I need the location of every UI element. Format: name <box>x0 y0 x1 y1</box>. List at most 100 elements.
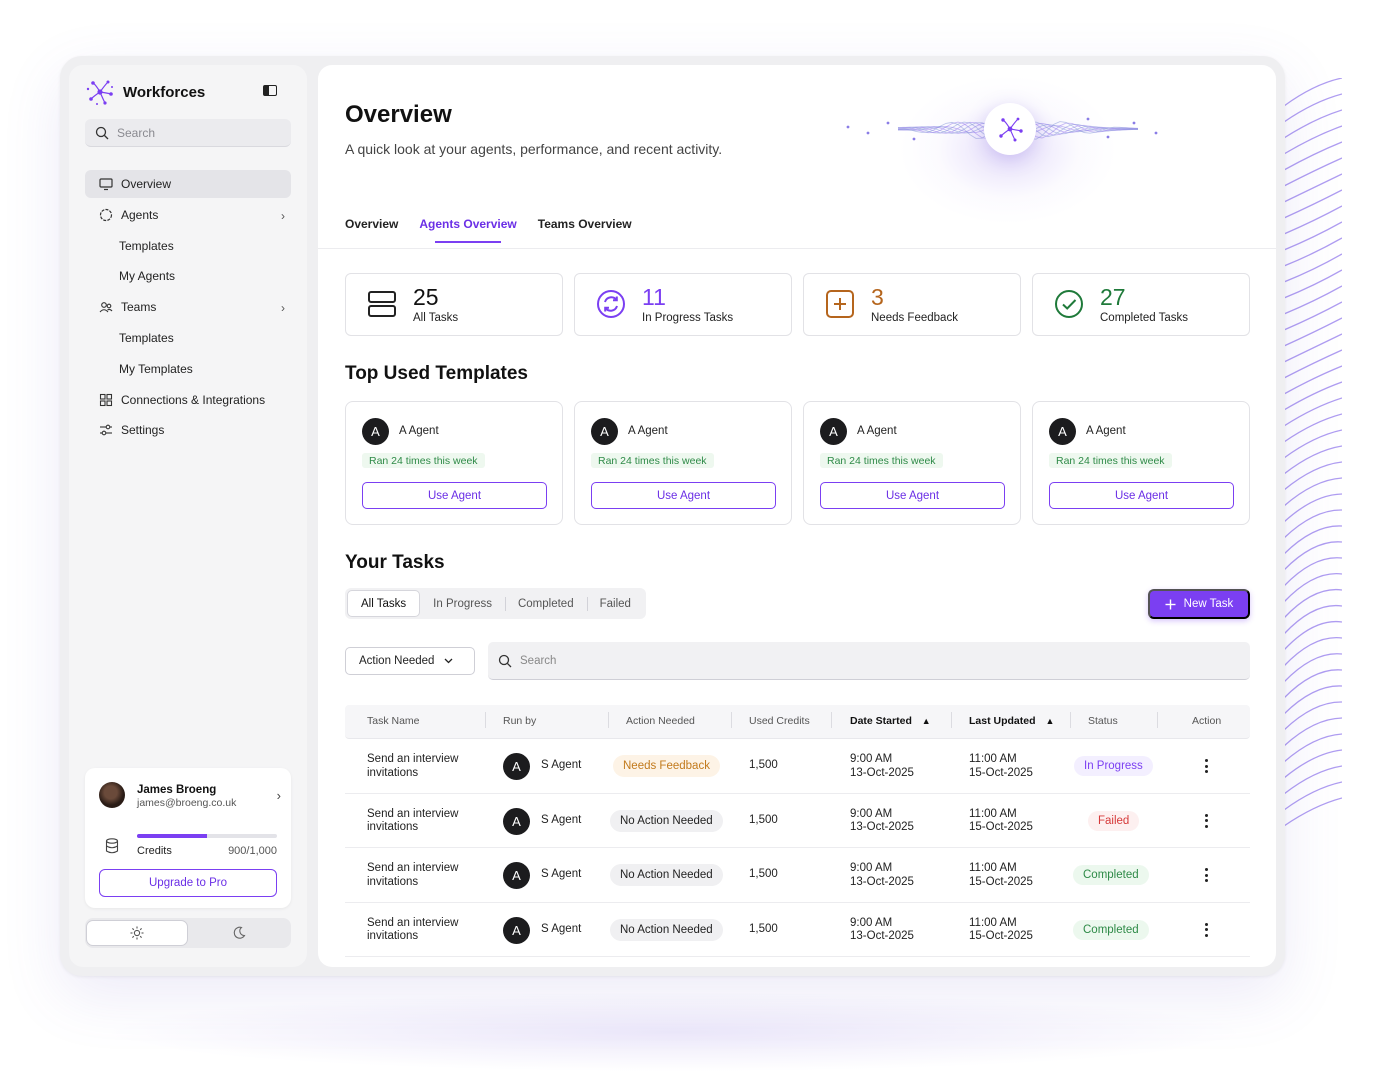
tab-teams-overview[interactable]: Teams Overview <box>538 217 632 243</box>
decorative-stripe <box>1284 301 1342 331</box>
templates-row: A A Agent Ran 24 times this week Use Age… <box>345 401 1250 525</box>
agent-avatar: A <box>503 916 530 944</box>
templates-section-title: Top Used Templates <box>345 363 528 384</box>
task-name: Send an interview invitations <box>367 916 459 943</box>
last-updated: 11:00 AM 15-Oct-2025 <box>969 862 1033 889</box>
tab-overview[interactable]: Overview <box>345 217 398 243</box>
user-avatar[interactable] <box>99 782 125 808</box>
database-icon <box>105 838 119 854</box>
more-actions-icon[interactable] <box>1197 757 1215 775</box>
sidebar-item-team-templates[interactable]: Templates <box>85 324 291 352</box>
more-actions-icon[interactable] <box>1197 921 1215 939</box>
sort-up-icon: ▲ <box>921 716 931 726</box>
brand-logo-icon <box>86 80 113 105</box>
sidebar-item-label: Templates <box>119 238 174 253</box>
column-divider <box>731 712 732 728</box>
sidebar-item-agent-templates[interactable]: Templates <box>85 232 291 260</box>
dark-theme-option[interactable] <box>188 920 290 946</box>
sun-icon <box>130 926 144 940</box>
template-card: A A Agent Ran 24 times this week Use Age… <box>574 401 792 525</box>
settings-icon <box>100 425 112 436</box>
upgrade-button[interactable]: Upgrade to Pro <box>99 869 277 897</box>
stat-card-needs-feedback[interactable]: 3 Needs Feedback <box>803 273 1021 336</box>
segment-failed[interactable]: Failed <box>586 590 644 617</box>
decorative-stripe <box>1284 237 1342 267</box>
column-action-needed[interactable]: Action Needed <box>626 715 695 727</box>
wave-dot <box>846 125 850 129</box>
use-agent-button[interactable]: Use Agent <box>1049 482 1234 509</box>
tab-agents-overview[interactable]: Agents Overview <box>419 217 517 243</box>
column-date-started[interactable]: Date Started ▲ <box>850 715 931 727</box>
last-updated-date: 15-Oct-2025 <box>969 875 1033 888</box>
date-started-time: 9:00 AM <box>850 916 893 929</box>
new-task-button[interactable]: New Task <box>1148 589 1250 619</box>
agent-avatar: A <box>362 418 389 445</box>
stat-label: Completed Tasks <box>1100 312 1188 324</box>
search-icon <box>498 654 512 667</box>
action-needed-dropdown[interactable]: Action Needed <box>345 647 475 675</box>
agent-name: A Agent <box>857 425 897 437</box>
use-agent-button[interactable]: Use Agent <box>820 482 1005 509</box>
table-row[interactable]: Send an interview invitations A S Agent … <box>345 848 1250 903</box>
sidebar-item-my-templates[interactable]: My Templates <box>85 355 291 383</box>
wave-dot <box>1132 121 1136 125</box>
credits-progress-fill <box>137 834 207 838</box>
segment-all-tasks[interactable]: All Tasks <box>347 590 421 617</box>
sidebar-search-input[interactable]: Search <box>85 119 291 147</box>
template-card: A A Agent Ran 24 times this week Use Age… <box>803 401 1021 525</box>
more-actions-icon[interactable] <box>1197 866 1215 884</box>
column-label: Date Started <box>850 715 912 727</box>
used-credits: 1,500 <box>749 759 778 771</box>
sidebar-item-label: Connections & Integrations <box>121 392 266 407</box>
usage-badge: Ran 24 times this week <box>1049 453 1172 468</box>
column-used-credits[interactable]: Used Credits <box>749 715 810 727</box>
decorative-stripe <box>1284 317 1342 347</box>
date-started: 9:00 AM 13-Oct-2025 <box>850 917 914 944</box>
stat-card-completed[interactable]: 27 Completed Tasks <box>1032 273 1250 336</box>
date-started-time: 9:00 AM <box>850 862 893 874</box>
column-task-name[interactable]: Task Name <box>367 715 420 727</box>
sidebar-item-label: My Agents <box>119 269 176 284</box>
tasks-section-title: Your Tasks <box>345 552 445 573</box>
sidebar-collapse-icon[interactable] <box>263 85 277 96</box>
sidebar-item-agents[interactable]: Agents › <box>85 201 291 229</box>
user-name: James Broeng <box>137 784 217 796</box>
table-row[interactable]: Send an interview invitations A S Agent … <box>345 739 1250 794</box>
column-status[interactable]: Status <box>1088 715 1118 727</box>
sidebar-item-my-agents[interactable]: My Agents <box>85 262 291 290</box>
table-row[interactable]: Send an interview invitations A S Agent … <box>345 794 1250 848</box>
column-run-by[interactable]: Run by <box>503 715 536 727</box>
task-search-input[interactable]: Search <box>488 642 1250 680</box>
column-divider <box>1070 712 1071 728</box>
sidebar-item-connections[interactable]: Connections & Integrations <box>85 386 291 414</box>
hero-logo <box>984 103 1036 155</box>
decorative-stripe <box>1284 765 1342 795</box>
stat-card-all-tasks[interactable]: 25 All Tasks <box>345 273 563 336</box>
last-updated: 11:00 AM 15-Oct-2025 <box>969 917 1033 944</box>
monitor-icon <box>99 178 113 191</box>
stat-value: 25 <box>413 284 439 310</box>
brand[interactable]: Workforces <box>85 77 205 107</box>
sidebar-item-teams[interactable]: Teams › <box>85 293 291 321</box>
stat-card-in-progress[interactable]: 11 In Progress Tasks <box>574 273 792 336</box>
sidebar-item-settings[interactable]: Settings <box>85 416 291 444</box>
table-row[interactable]: Send an interview invitations A S Agent … <box>345 903 1250 957</box>
sidebar-item-overview[interactable]: Overview <box>85 170 291 198</box>
chevron-right-icon[interactable]: › <box>277 788 281 803</box>
decorative-stripe <box>1284 381 1342 411</box>
segment-completed[interactable]: Completed <box>504 590 587 617</box>
use-agent-button[interactable]: Use Agent <box>362 482 547 509</box>
segment-in-progress[interactable]: In Progress <box>420 590 505 617</box>
column-last-updated[interactable]: Last Updated ▲ <box>969 715 1054 727</box>
moon-icon <box>233 926 246 939</box>
more-actions-icon[interactable] <box>1197 812 1215 830</box>
light-theme-option[interactable] <box>86 920 188 946</box>
date-started-date: 13-Oct-2025 <box>850 766 914 779</box>
overview-tabs: Overview Agents Overview Teams Overview <box>345 217 632 243</box>
last-updated-time: 11:00 AM <box>969 753 1017 765</box>
run-by-name: S Agent <box>541 868 582 880</box>
chevron-right-icon: › <box>281 301 285 316</box>
use-agent-button[interactable]: Use Agent <box>591 482 776 509</box>
agent-name: A Agent <box>628 425 668 437</box>
agent-avatar: A <box>820 418 847 445</box>
